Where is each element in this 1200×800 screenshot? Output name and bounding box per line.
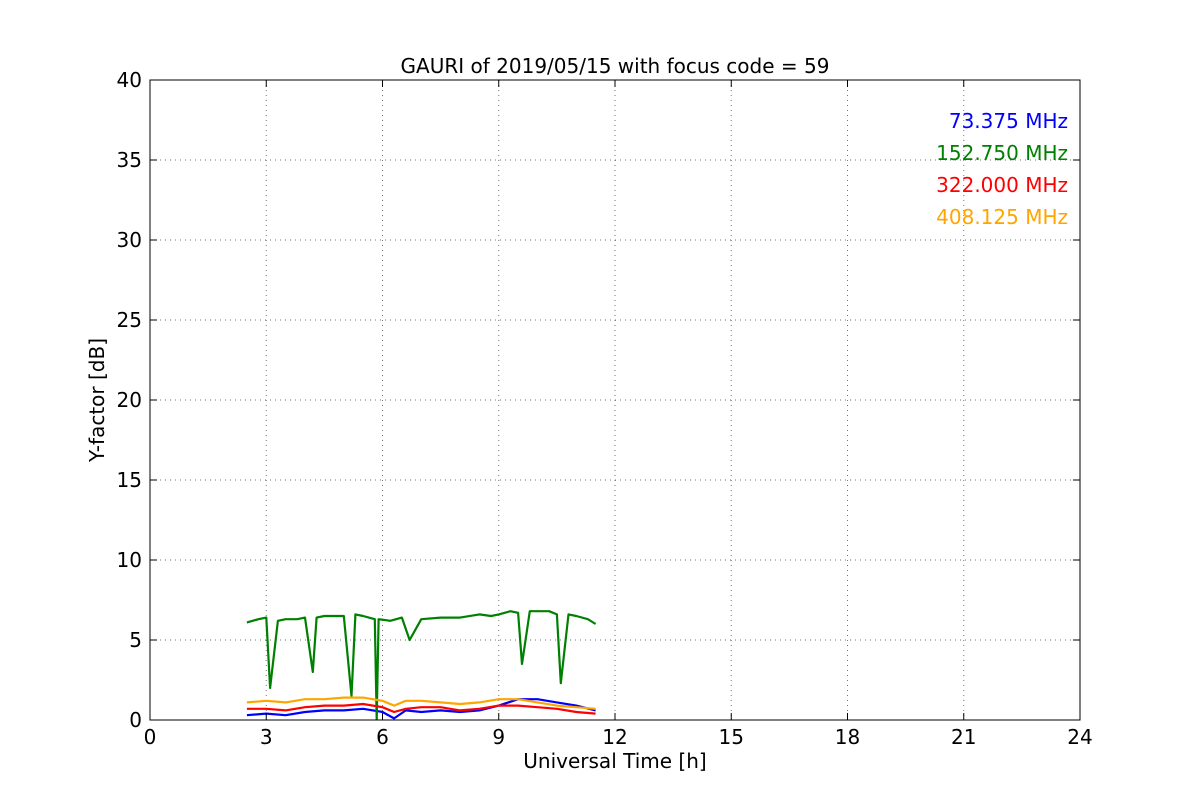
y-tick-label: 20 [117, 388, 142, 412]
x-tick-label: 18 [835, 725, 860, 749]
x-tick-label: 3 [260, 725, 273, 749]
y-tick-label: 25 [117, 308, 142, 332]
y-axis-label: Y-factor [dB] [85, 338, 109, 463]
x-tick-label: 0 [144, 725, 157, 749]
y-tick-label: 10 [117, 548, 142, 572]
x-tick-label: 12 [602, 725, 627, 749]
x-tick-label: 15 [719, 725, 744, 749]
legend-entry: 152.750 MHz [936, 141, 1068, 165]
chart-title: GAURI of 2019/05/15 with focus code = 59 [401, 54, 830, 78]
x-tick-label: 9 [492, 725, 505, 749]
chart: 0 3 6 9 12 15 18 21 24 0 5 10 15 20 25 30 35 40 GAURI of … [0, 0, 1200, 800]
y-tick-label: 15 [117, 468, 142, 492]
x-axis-label: Universal Time [h] [523, 749, 706, 773]
y-tick-label: 35 [117, 148, 142, 172]
y-tick-label: 5 [129, 628, 142, 652]
x-tick-label: 21 [951, 725, 976, 749]
y-tick-label: 0 [129, 708, 142, 732]
y-tick-label: 30 [117, 228, 142, 252]
x-tick-label: 24 [1067, 725, 1092, 749]
legend-entry: 322.000 MHz [936, 173, 1068, 197]
y-tick-label: 40 [117, 68, 142, 92]
legend-entry: 73.375 MHz [949, 109, 1068, 133]
x-tick-label: 6 [376, 725, 389, 749]
legend-entry: 408.125 MHz [936, 205, 1068, 229]
